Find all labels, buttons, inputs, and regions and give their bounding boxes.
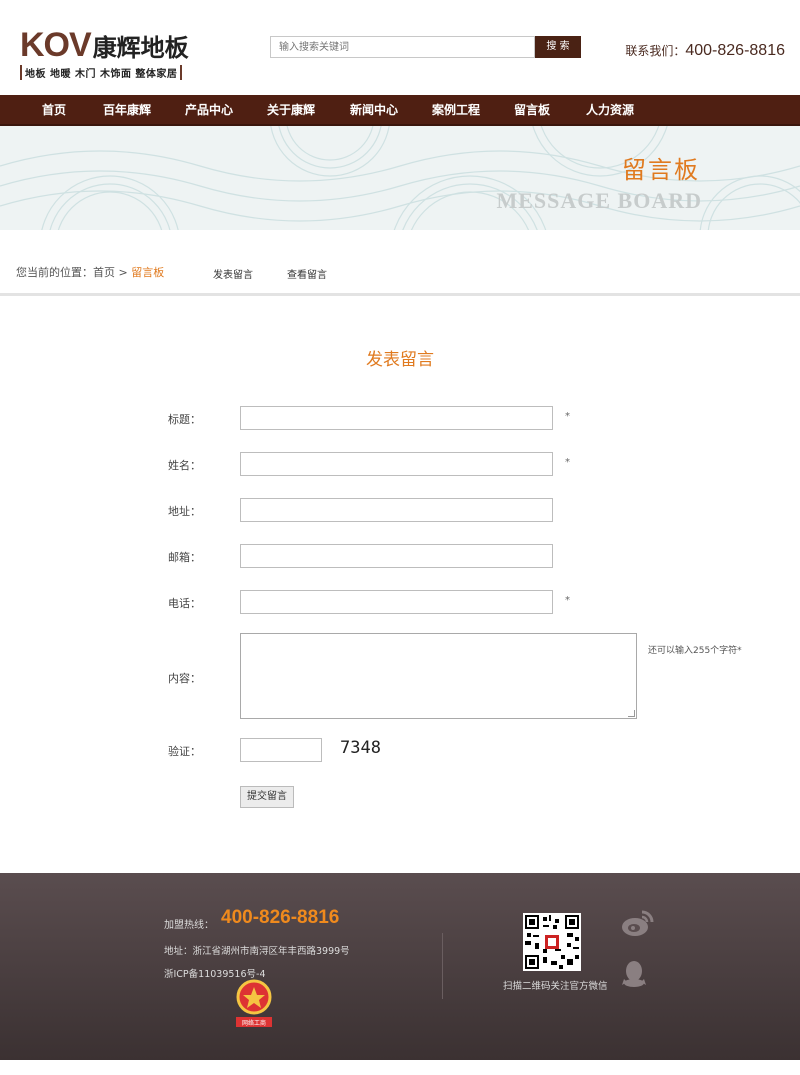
breadcrumb-row: 您当前的位置：首页 > 留言板 发表留言 查看留言: [0, 230, 800, 296]
badge-text: 网络工商: [242, 1019, 266, 1027]
nav-item-about[interactable]: 关于康辉: [267, 95, 315, 126]
form-title: 发表留言: [366, 350, 434, 370]
contact-phone: 400-826-8816: [685, 42, 785, 59]
breadcrumb-prefix: 您当前的位置：: [16, 266, 93, 279]
address-input[interactable]: [240, 498, 553, 522]
email-input[interactable]: [240, 544, 553, 568]
content-char-hint: 还可以输入255个字符*: [648, 646, 742, 656]
title-label: 标题：: [168, 413, 201, 426]
page-bottom-margin: [0, 1060, 800, 1075]
qq-icon[interactable]: [622, 959, 646, 989]
hotline-number: 400-826-8816: [221, 907, 340, 928]
nav-item-history[interactable]: 百年康辉: [103, 95, 151, 126]
logo-tagline: 地板 地暖 木门 木饰面 整体家居: [20, 65, 183, 80]
captcha-label: 验证：: [168, 745, 201, 758]
content-textarea[interactable]: [240, 633, 637, 719]
search-button[interactable]: 搜 索: [535, 36, 581, 58]
post-message-link[interactable]: 发表留言: [213, 266, 253, 281]
hotline-label: 加盟热线：: [164, 920, 214, 931]
logo-brand: KOV: [20, 26, 92, 64]
phone-label: 电话：: [168, 597, 201, 610]
footer-address: 地址：浙江省湖州市南浔区年丰西路3999号: [164, 946, 350, 957]
logo-name: 康辉地板: [92, 34, 189, 62]
name-input[interactable]: [240, 452, 553, 476]
footer-divider: [442, 933, 443, 999]
title-required-mark: *: [565, 411, 570, 422]
breadcrumb-home[interactable]: 首页: [93, 266, 115, 279]
scan-wechat-text: 扫描二维码关注官方微信: [503, 981, 608, 992]
header-contact: 联系我们：400-826-8816: [625, 42, 785, 60]
main-nav: 首页 百年康辉 产品中心 关于康辉 新闻中心 案例工程 留言板 人力资源: [0, 95, 800, 126]
nav-item-message-board[interactable]: 留言板: [514, 95, 550, 126]
nav-item-products[interactable]: 产品中心: [185, 95, 233, 126]
title-input[interactable]: [240, 406, 553, 430]
captcha-input[interactable]: [240, 738, 322, 762]
business-badge-icon[interactable]: 网络工商: [234, 977, 274, 1029]
breadcrumb-separator: >: [115, 266, 132, 279]
site-logo[interactable]: KOV 康辉地板 地板 地暖 木门 木饰面 整体家居: [20, 28, 189, 80]
email-label: 邮箱：: [168, 551, 201, 564]
name-required-mark: *: [565, 457, 570, 468]
breadcrumb-current[interactable]: 留言板: [131, 266, 164, 279]
nav-item-cases[interactable]: 案例工程: [432, 95, 480, 126]
contact-label: 联系我们：: [625, 44, 686, 58]
site-header: KOV 康辉地板 地板 地暖 木门 木饰面 整体家居 搜 索 联系我们：400-…: [0, 0, 800, 95]
weibo-icon[interactable]: [620, 909, 654, 939]
nav-item-home[interactable]: 首页: [42, 95, 66, 126]
qr-code-icon: [523, 913, 581, 971]
page-banner: 留言板 MESSAGE BOARD: [0, 126, 800, 230]
nav-item-hr[interactable]: 人力资源: [586, 95, 634, 126]
phone-required-mark: *: [565, 595, 570, 606]
resize-handle-icon[interactable]: [628, 710, 635, 717]
name-label: 姓名：: [168, 459, 201, 472]
captcha-image[interactable]: 7348: [340, 738, 381, 758]
banner-title: 留言板: [622, 156, 700, 184]
content-label: 内容：: [168, 672, 201, 685]
banner-subtitle: MESSAGE BOARD: [496, 188, 702, 213]
submit-button[interactable]: 提交留言: [240, 786, 294, 808]
phone-input[interactable]: [240, 590, 553, 614]
nav-item-news[interactable]: 新闻中心: [350, 95, 398, 126]
site-footer: 加盟热线： 400-826-8816 地址：浙江省湖州市南浔区年丰西路3999号…: [0, 873, 800, 1060]
breadcrumb: 您当前的位置：首页 > 留言板: [16, 264, 164, 280]
address-label: 地址：: [168, 505, 201, 518]
view-messages-link[interactable]: 查看留言: [287, 266, 327, 281]
search-input[interactable]: [270, 36, 535, 58]
